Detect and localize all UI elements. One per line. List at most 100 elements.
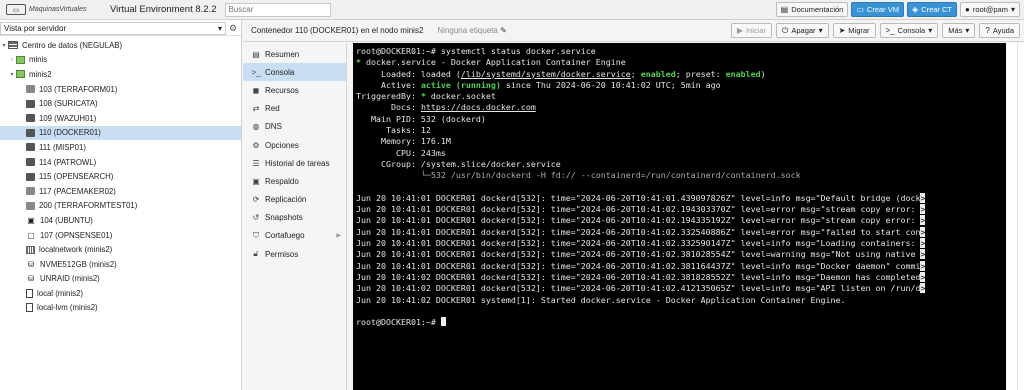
nav-permissions[interactable]: 🔓︎ Permisos xyxy=(243,245,346,263)
terminal-line: TriggeredBy: * docker.socket xyxy=(356,91,1006,102)
create-vm-button[interactable]: ▭ Crear VM xyxy=(851,2,904,17)
tree-item-network[interactable]: localnetwork (minis2) xyxy=(0,242,241,257)
nav-label: Historial de tareas xyxy=(265,158,330,168)
nav-label: Respaldo xyxy=(265,176,299,186)
tree-item-node[interactable]: ▾ minis2 xyxy=(0,67,241,82)
tree-item-vm[interactable]: ▢ 107 (OPNSENSE01) xyxy=(0,228,241,243)
nav-network[interactable]: ⇄ Red xyxy=(243,100,346,118)
tree-item-storage[interactable]: ⛁ NVME512GB (minis2) xyxy=(0,257,241,272)
tree-item-container[interactable]: 200 (TERRAFORMTEST01) xyxy=(0,199,241,214)
terminal-line: * docker.service - Docker Application Co… xyxy=(356,57,1006,68)
container-stopped-icon xyxy=(26,201,35,210)
terminal-line: Memory: 176.1M xyxy=(356,136,451,147)
tag-label: Ninguna etiqueta xyxy=(437,26,498,35)
container-stopped-icon xyxy=(26,85,35,94)
tree-item-container[interactable]: 115 (OPENSEARCH) xyxy=(0,169,241,184)
migrate-button[interactable]: ➤ Migrar xyxy=(832,23,876,38)
console-button[interactable]: >_ Consola ▾ xyxy=(879,23,939,38)
start-label: Iniciar xyxy=(746,26,767,35)
container-running-icon xyxy=(26,143,35,152)
terminal-text: ; xyxy=(630,68,641,79)
terminal-text: Active: xyxy=(356,79,421,90)
tree-item-label: minis xyxy=(29,55,48,65)
nav-summary[interactable]: ▤ Resumen xyxy=(243,45,346,63)
scrollbar[interactable] xyxy=(1017,43,1021,390)
view-select-value: Vista por servidor xyxy=(4,23,67,33)
tree-item-label: UNRAID (minis2) xyxy=(40,274,100,284)
documentation-button[interactable]: ▤ Documentación xyxy=(775,2,849,17)
logo-icon: ▭ xyxy=(6,4,26,15)
nav-label: Permisos xyxy=(265,249,299,259)
console-terminal[interactable]: root@DOCKER01:~# systemctl status docker… xyxy=(353,43,1006,390)
nav-resources[interactable]: ◼ Recursos xyxy=(243,81,346,99)
shutdown-label: Apagar xyxy=(791,26,816,35)
tree-item-label: 200 (TERRAFORMTEST01) xyxy=(39,201,138,211)
log-text: Jun 20 10:41:01 DOCKER01 dockerd[532]: t… xyxy=(356,204,921,215)
create-ct-button[interactable]: ◈ Crear CT xyxy=(907,2,957,17)
pencil-icon[interactable]: ✎ xyxy=(500,26,507,35)
app-title: Virtual Environment 8.2.2 xyxy=(110,4,217,15)
tree-item-vm[interactable]: ▣ 104 (UBUNTU) xyxy=(0,213,241,228)
log-line: Jun 20 10:41:02 DOCKER01 systemd[1]: Sta… xyxy=(356,294,846,305)
tree-item-node[interactable]: › minis xyxy=(0,53,241,68)
page-title: Contenedor 110 (DOCKER01) en el nodo min… xyxy=(251,26,424,35)
help-button[interactable]: ? Ayuda xyxy=(979,23,1020,38)
nav-options[interactable]: ⚙ Opciones xyxy=(243,136,346,154)
user-menu-button[interactable]: ● root@pam ▾ xyxy=(960,2,1020,17)
tree-item-label: 111 (MISP01) xyxy=(39,142,86,152)
datacenter-icon xyxy=(8,41,18,50)
tree-item-label: local (minis2) xyxy=(37,288,83,298)
log-line: Jun 20 10:41:01 DOCKER01 dockerd[532]: t… xyxy=(356,260,1006,272)
tree-item-storage[interactable]: ⛁ UNRAID (minis2) xyxy=(0,272,241,287)
tree-item-label: 115 (OPENSEARCH) xyxy=(39,172,114,182)
search-input[interactable] xyxy=(224,2,331,17)
chevron-right-icon: ▶ xyxy=(336,233,341,240)
log-text: Jun 20 10:41:01 DOCKER01 dockerd[532]: t… xyxy=(356,238,921,249)
nav-task-history[interactable]: ☰ Historial de tareas xyxy=(243,154,346,172)
terminal-line: root@DOCKER01:~# systemctl status docker… xyxy=(356,46,1006,57)
start-button[interactable]: ▶ Iniciar xyxy=(730,23,773,38)
tree-item-container[interactable]: 117 (PACEMAKER02) xyxy=(0,184,241,199)
terminal-text: Loaded: loaded ( xyxy=(356,68,461,79)
tree-item-storage[interactable]: local-lvm (minis2) xyxy=(0,301,241,316)
tree-item-container[interactable]: 109 (WAZUH01) xyxy=(0,111,241,126)
terminal-text: TriggeredBy: xyxy=(356,91,421,102)
log-text: Jun 20 10:41:01 DOCKER01 dockerd[532]: t… xyxy=(356,226,921,237)
chevron-down-icon: ▾ xyxy=(217,23,222,33)
expand-icon[interactable]: › xyxy=(8,57,16,63)
nav-firewall[interactable]: ⛉ Cortafuego ▶ xyxy=(243,227,346,245)
gear-icon[interactable]: ⚙ xyxy=(226,23,240,34)
tree-item-container[interactable]: 103 (TERRAFORM01) xyxy=(0,82,241,97)
tree-item-container[interactable]: 108 (SURICATA) xyxy=(0,96,241,111)
documentation-label: Documentación xyxy=(791,5,844,14)
terminal-text: enabled xyxy=(725,68,761,79)
tree-item-datacenter[interactable]: ▾ Centro de datos (NEGULAB) xyxy=(0,38,241,53)
nav-replication[interactable]: ⟳ Replicación xyxy=(243,191,346,209)
storage-icon: ⛁ xyxy=(27,274,35,284)
tree-item-storage[interactable]: local (minis2) xyxy=(0,286,241,301)
nav-dns[interactable]: ◍ DNS xyxy=(243,118,346,136)
cube-icon: ◼ xyxy=(252,85,260,95)
more-button[interactable]: Más ▾ xyxy=(942,23,976,38)
tree-item-container[interactable]: 111 (MISP01) xyxy=(0,140,241,155)
tree-item-container[interactable]: 114 (PATROWL) xyxy=(0,155,241,170)
nav-backup[interactable]: ▣ Respaldo xyxy=(243,172,346,190)
tree-item-container-selected[interactable]: 110 (DOCKER01) xyxy=(0,125,241,141)
terminal-link[interactable]: https://docs.docker.com xyxy=(421,102,536,112)
tree-item-label: 108 (SURICATA) xyxy=(39,99,98,109)
truncation-marker: > xyxy=(920,260,926,271)
container-running-icon xyxy=(26,128,35,137)
collapse-icon[interactable]: ▾ xyxy=(0,42,8,49)
question-icon: ? xyxy=(985,26,990,35)
tag-area[interactable]: Ninguna etiqueta ✎ xyxy=(437,26,506,35)
tree-item-label: 103 (TERRAFORM01) xyxy=(39,84,118,94)
top-bar: ▭ MaquinasVirtuales Virtual Environment … xyxy=(0,0,1024,20)
nav-console[interactable]: >_ Consola xyxy=(243,63,346,82)
view-select[interactable]: Vista por servidor ▾ xyxy=(0,21,226,35)
shutdown-button[interactable]: ⏻ Apagar ▾ xyxy=(776,23,829,38)
truncation-marker: > xyxy=(920,271,926,282)
shield-icon: ⛉ xyxy=(253,230,259,240)
collapse-icon[interactable]: ▾ xyxy=(8,71,16,78)
nav-snapshots[interactable]: ↺ Snapshots xyxy=(243,209,346,227)
